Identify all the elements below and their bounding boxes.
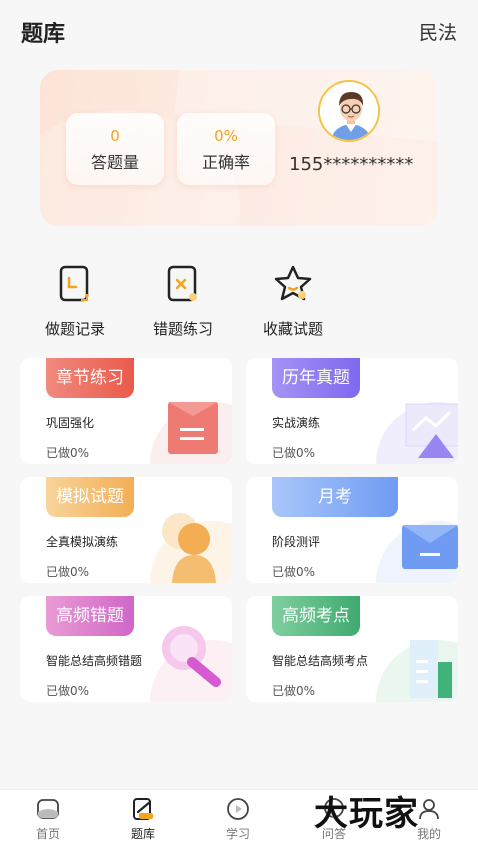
- subject-selector[interactable]: 民法: [419, 18, 457, 45]
- card-tag: 高频错题: [46, 596, 134, 636]
- card-description: 全真模拟演练: [46, 535, 119, 549]
- card-progress: 已做0%: [272, 446, 316, 460]
- card-tag: 高频考点: [272, 596, 360, 636]
- accuracy-value: 0%: [214, 127, 238, 145]
- page-title: 题库: [21, 22, 66, 47]
- avatar[interactable]: [318, 80, 380, 142]
- card-mock-exams[interactable]: 模拟试题 全真模拟演练 已做0%: [20, 477, 232, 583]
- question-bank-icon: [133, 798, 153, 820]
- quick-action-label: 收藏试题: [262, 320, 323, 338]
- card-frequent-mistakes[interactable]: 高频错题 智能总结高频错题 已做0%: [20, 596, 232, 702]
- quick-action-wrong-answers[interactable]: 错题练习: [138, 262, 228, 339]
- card-key-points[interactable]: 高频考点 智能总结高频考点 已做0%: [246, 596, 458, 702]
- stats-card: 0 答题量 0% 正确率 155**********: [40, 70, 438, 226]
- card-description: 阶段测评: [272, 535, 321, 549]
- card-tag: 章节练习: [46, 358, 134, 398]
- header: 题库 民法: [0, 0, 478, 60]
- record-icon: [59, 265, 89, 302]
- nav-label: 我的: [416, 827, 441, 841]
- quick-action-record[interactable]: 做题记录: [30, 262, 120, 339]
- profile-icon: [419, 799, 439, 820]
- play-icon: [227, 798, 249, 820]
- user-phone: 155**********: [289, 154, 414, 175]
- nav-qa[interactable]: 问答: [299, 796, 369, 842]
- accuracy-box[interactable]: 0% 正确率: [177, 113, 275, 185]
- envelope-icon: [150, 402, 232, 464]
- card-description: 智能总结高频考点: [272, 654, 369, 668]
- nav-label: 首页: [35, 827, 60, 841]
- answered-count-label: 答题量: [90, 153, 139, 172]
- person-icon: [150, 513, 232, 583]
- quick-action-label: 错题练习: [152, 320, 213, 338]
- card-monthly-test[interactable]: 月考 阶段测评 已做0%: [246, 477, 458, 583]
- building-icon: [376, 640, 458, 702]
- star-icon: [274, 265, 312, 301]
- wrong-answers-icon: [167, 265, 197, 302]
- card-tag: 模拟试题: [46, 477, 134, 517]
- magnifier-icon: [150, 626, 232, 702]
- quick-action-favorites[interactable]: 收藏试题: [248, 262, 338, 339]
- nav-profile[interactable]: 我的: [394, 796, 464, 842]
- card-progress: 已做0%: [272, 684, 316, 698]
- card-progress: 已做0%: [46, 684, 90, 698]
- card-chapter-practice[interactable]: 章节练习 巩固强化 已做0%: [20, 358, 232, 464]
- nav-label: 问答: [321, 827, 346, 841]
- answered-count-box[interactable]: 0 答题量: [66, 113, 164, 185]
- card-description: 实战演练: [272, 416, 321, 430]
- mail-icon: [376, 521, 458, 583]
- chart-icon: [376, 402, 458, 464]
- accuracy-label: 正确率: [201, 153, 250, 172]
- qa-icon: [324, 798, 344, 820]
- bottom-nav: 首页 题库 学习 问答 我的: [0, 789, 478, 850]
- home-icon: [37, 799, 59, 819]
- nav-home[interactable]: 首页: [13, 796, 83, 842]
- nav-label: 学习: [225, 827, 250, 841]
- answered-count-value: 0: [110, 127, 120, 145]
- card-progress: 已做0%: [272, 565, 316, 579]
- nav-study[interactable]: 学习: [203, 796, 273, 842]
- card-past-exams[interactable]: 历年真题 实战演练 已做0%: [246, 358, 458, 464]
- card-description: 巩固强化: [46, 416, 95, 430]
- nav-label: 题库: [130, 827, 155, 841]
- nav-question-bank[interactable]: 题库: [108, 796, 178, 842]
- card-progress: 已做0%: [46, 446, 90, 460]
- card-description: 智能总结高频错题: [46, 654, 143, 668]
- quick-action-label: 做题记录: [44, 320, 105, 338]
- card-progress: 已做0%: [46, 565, 90, 579]
- card-tag: 历年真题: [272, 358, 360, 398]
